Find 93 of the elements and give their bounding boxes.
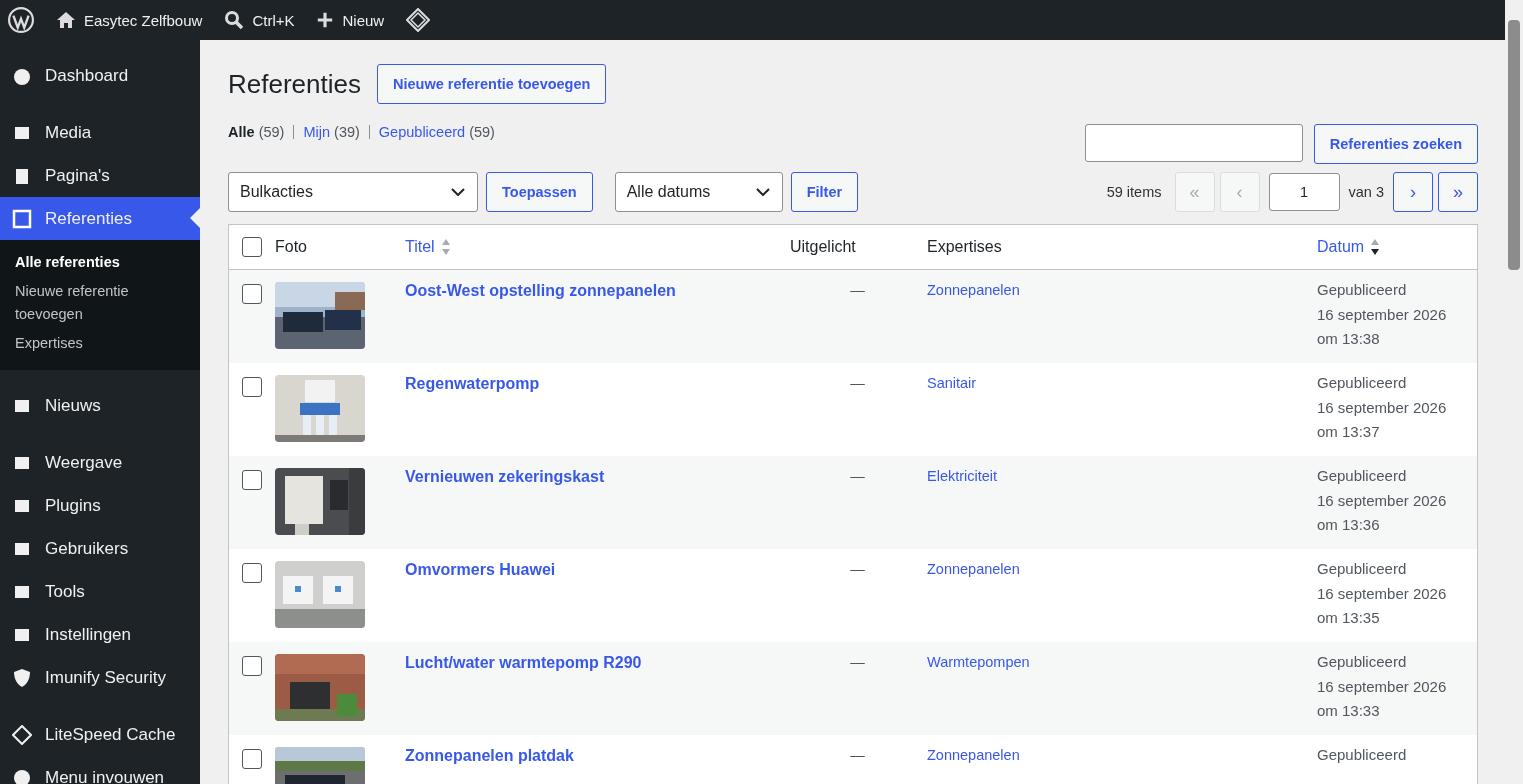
row-title-link[interactable]: Lucht/water warmtepomp R290 bbox=[405, 654, 642, 671]
time-text: om 13:35 bbox=[1317, 608, 1381, 628]
row-title-link[interactable]: Vernieuwen zekeringskast bbox=[405, 468, 605, 485]
menu-item[interactable]: Referenties bbox=[0, 197, 200, 240]
row-checkbox[interactable] bbox=[242, 284, 262, 304]
page-total: van 3 bbox=[1348, 184, 1384, 200]
home-icon bbox=[56, 10, 76, 30]
status-text: Gepubliceerd bbox=[1317, 745, 1408, 765]
expertise-link[interactable]: Zonnepanelen bbox=[927, 282, 1020, 298]
menu-item[interactable]: Weergave bbox=[0, 441, 200, 484]
featured-value: — bbox=[850, 468, 865, 484]
menu-item[interactable]: Plugins bbox=[0, 484, 200, 527]
menu-icon bbox=[12, 724, 32, 745]
row-checkbox[interactable] bbox=[242, 656, 262, 676]
submenu-item[interactable]: Nieuwe referentie toevoegen bbox=[0, 277, 200, 329]
status-text: Gepubliceerd bbox=[1317, 652, 1408, 672]
row-checkbox[interactable] bbox=[242, 377, 262, 397]
date-text: 16 september 2026 bbox=[1317, 676, 1448, 697]
item-count: 59 items bbox=[1106, 184, 1162, 200]
date-text: 16 september 2026 bbox=[1317, 397, 1448, 418]
menu-item[interactable]: Imunify Security bbox=[0, 656, 200, 699]
menu-item[interactable]: Pagina's bbox=[0, 154, 200, 197]
time-text: om 13:36 bbox=[1317, 515, 1381, 535]
featured-value: — bbox=[850, 375, 865, 391]
row-title-link[interactable]: Zonnepanelen platdak bbox=[405, 747, 574, 764]
view-link[interactable]: Alle (59) bbox=[228, 124, 285, 140]
menu-item[interactable]: Gebruikers bbox=[0, 527, 200, 570]
next-page-button[interactable]: › bbox=[1393, 172, 1433, 212]
featured-value: — bbox=[850, 654, 865, 670]
view-link[interactable]: Mijn (39) bbox=[303, 124, 360, 140]
diamond-logo-icon[interactable] bbox=[406, 8, 431, 32]
featured-value: — bbox=[850, 561, 865, 577]
menu-pointer-icon bbox=[190, 208, 200, 228]
new-link[interactable]: Nieuw bbox=[316, 11, 385, 29]
select-all-checkbox[interactable] bbox=[242, 237, 262, 257]
plus-icon bbox=[316, 11, 335, 29]
row-checkbox[interactable] bbox=[242, 749, 262, 769]
search-button[interactable]: Referenties zoeken bbox=[1313, 124, 1478, 164]
status-text: Gepubliceerd bbox=[1317, 466, 1408, 486]
row-title-link[interactable]: Omvormers Huawei bbox=[405, 561, 556, 578]
menu-item[interactable]: Media bbox=[0, 111, 200, 154]
site-link[interactable]: Easytec Zelfbouw bbox=[56, 10, 203, 30]
date-text: 16 september 2026 bbox=[1317, 304, 1448, 325]
column-header: Expertises bbox=[927, 238, 1002, 256]
menu-item[interactable]: Nieuws bbox=[0, 384, 200, 427]
search-field[interactable] bbox=[1084, 124, 1303, 162]
wordpress-logo-icon[interactable] bbox=[8, 7, 34, 33]
chevron-icon bbox=[755, 188, 770, 196]
bulk-actions-select[interactable]: Bulkacties bbox=[228, 172, 478, 212]
column-header: Uitgelicht bbox=[790, 238, 856, 256]
menu-item[interactable]: Tools bbox=[0, 570, 200, 613]
submenu-item[interactable]: Alle referenties bbox=[0, 248, 200, 277]
row-title-link[interactable]: Regenwaterpomp bbox=[405, 375, 540, 392]
add-button[interactable]: Nieuwe referentie toevoegen bbox=[376, 64, 607, 104]
expertise-link[interactable]: Warmtepompen bbox=[927, 654, 1030, 670]
expertise-link[interactable]: Sanitair bbox=[927, 375, 977, 391]
menu-icon bbox=[12, 208, 32, 229]
column-header[interactable]: Titel bbox=[405, 238, 451, 256]
menu-item[interactable]: LiteSpeed Cache bbox=[0, 713, 200, 756]
row-title-link[interactable]: Oost-West opstelling zonnepanelen bbox=[405, 282, 676, 299]
apply-button[interactable]: Toepassen bbox=[486, 172, 593, 212]
row-checkbox[interactable] bbox=[242, 470, 262, 490]
column-header[interactable]: Datum bbox=[1317, 238, 1381, 256]
search-icon bbox=[224, 10, 245, 30]
last-page-button[interactable]: » bbox=[1438, 172, 1478, 212]
status-text: Gepubliceerd bbox=[1317, 373, 1408, 393]
submenu-item[interactable]: Expertises bbox=[0, 329, 200, 358]
column-header: Foto bbox=[275, 238, 307, 256]
expertise-link[interactable]: Zonnepanelen bbox=[927, 561, 1020, 577]
menu-item[interactable]: Instellingen bbox=[0, 613, 200, 656]
page-title: Referenties bbox=[228, 68, 361, 100]
search-link[interactable]: Ctrl+K bbox=[224, 10, 295, 30]
featured-value: — bbox=[850, 747, 865, 763]
chevron-icon bbox=[451, 188, 465, 196]
status-text: Gepubliceerd bbox=[1317, 280, 1408, 300]
featured-value: — bbox=[850, 282, 865, 298]
view-link[interactable]: Gepubliceerd (59) bbox=[378, 124, 495, 140]
filter-button[interactable]: Filter bbox=[790, 172, 859, 212]
menu-item[interactable]: Menu invouwen bbox=[0, 756, 200, 784]
menu-icon bbox=[12, 767, 32, 784]
status-text: Gepubliceerd bbox=[1317, 559, 1408, 579]
expertise-link[interactable]: Elektriciteit bbox=[927, 468, 998, 484]
time-text: om 13:38 bbox=[1317, 329, 1381, 349]
time-text: om 13:33 bbox=[1317, 701, 1381, 721]
menu-icon bbox=[12, 667, 32, 688]
menu-item[interactable]: Dashboard bbox=[0, 54, 200, 97]
row-checkbox[interactable] bbox=[242, 563, 262, 583]
date-select[interactable]: Alle datums bbox=[614, 172, 783, 212]
page-field[interactable]: 1 bbox=[1268, 173, 1340, 211]
date-text: 16 september 2026 bbox=[1317, 490, 1448, 511]
expertise-link[interactable]: Zonnepanelen bbox=[927, 747, 1020, 763]
date-text: 16 september 2026 bbox=[1317, 583, 1448, 604]
time-text: om 13:37 bbox=[1317, 422, 1381, 442]
